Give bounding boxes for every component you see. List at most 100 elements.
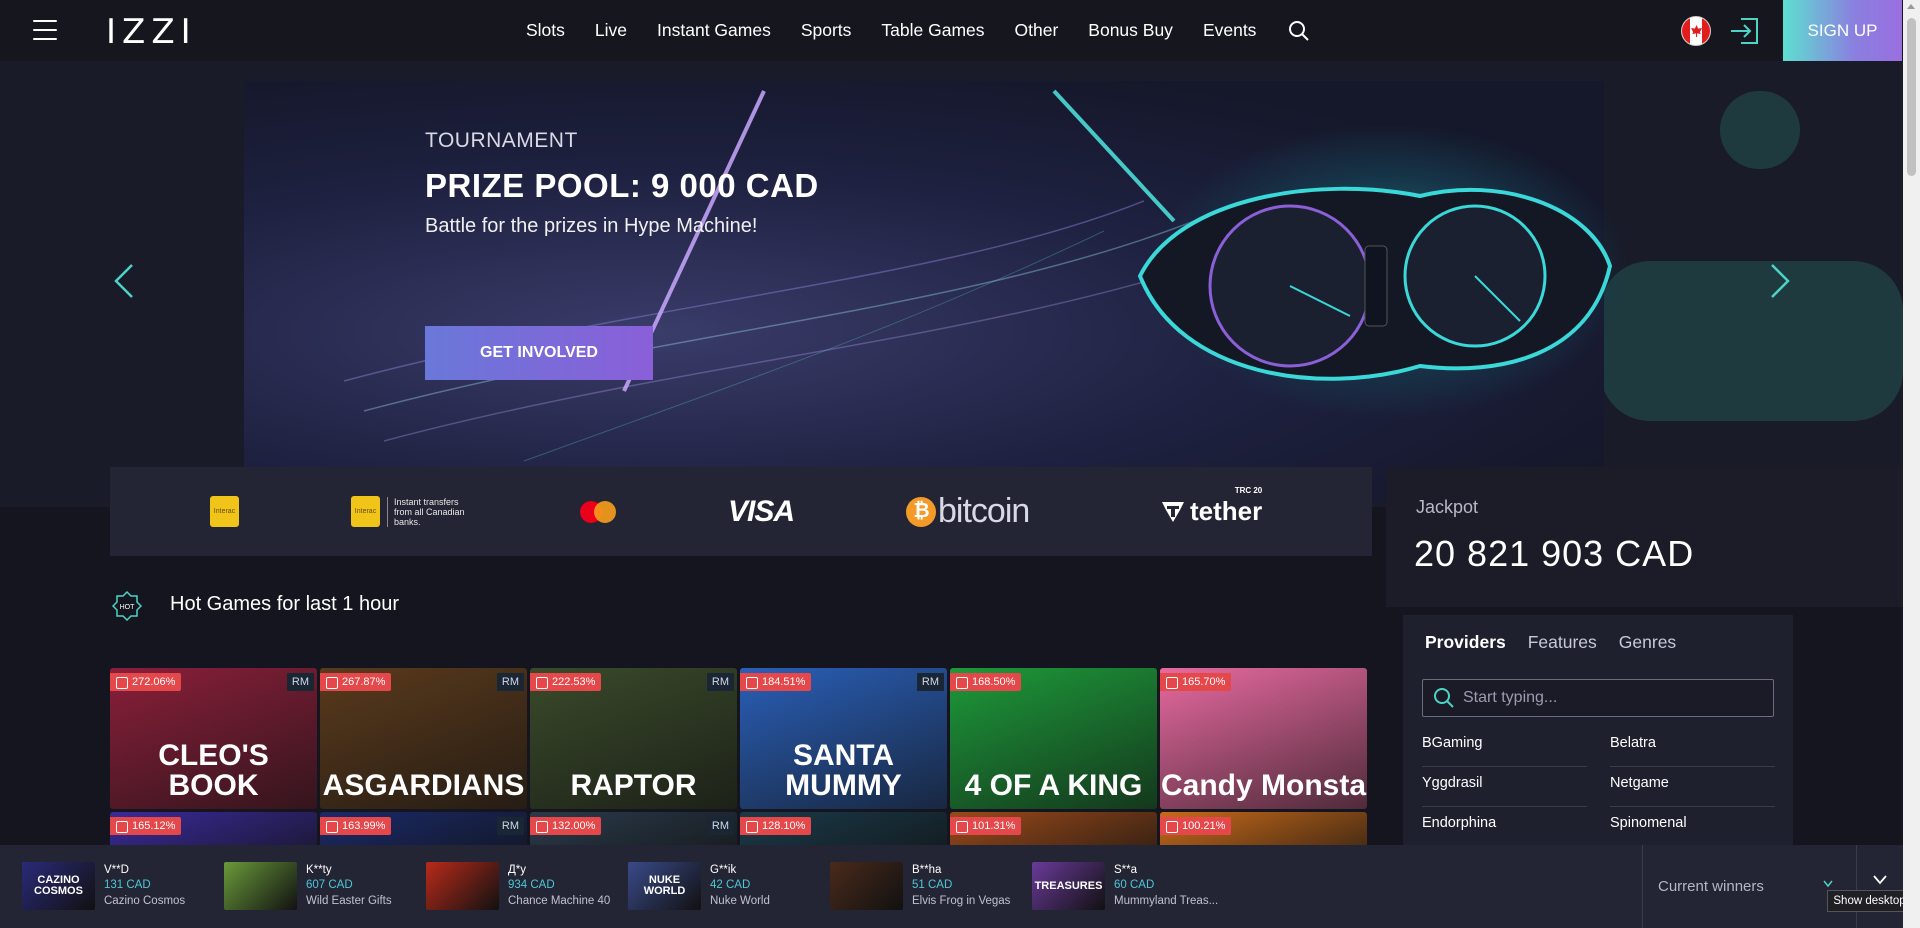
- provider-item[interactable]: Netgame: [1610, 767, 1775, 807]
- page-scrollbar[interactable]: [1903, 0, 1920, 928]
- winner-name: B**ha: [912, 863, 942, 876]
- chevron-down-icon[interactable]: [1823, 880, 1833, 888]
- winner-name: S**a: [1114, 863, 1138, 876]
- nav-slots[interactable]: Slots: [526, 20, 565, 41]
- hero-description: Battle for the prizes in Hype Machine!: [425, 215, 758, 237]
- filter-tabs: Providers Features Genres: [1403, 615, 1793, 670]
- nav-instant-games[interactable]: Instant Games: [657, 20, 771, 41]
- game-tile[interactable]: 267.87% RM ASGARDIANS: [320, 668, 527, 809]
- search-icon: [1434, 688, 1454, 708]
- interac-icon: Interac: [351, 496, 380, 527]
- bitcoin-icon: ₿: [906, 496, 936, 527]
- interac-note: Instant transfers from all Canadian bank…: [387, 496, 467, 527]
- nav-live[interactable]: Live: [595, 20, 627, 41]
- nav-table-games[interactable]: Table Games: [881, 20, 984, 41]
- game-title: CLEO'S BOOK: [158, 739, 269, 802]
- carousel-prev-icon[interactable]: [112, 261, 136, 301]
- hot-games-title: Hot Games for last 1 hour: [170, 593, 399, 615]
- game-title: Candy Monsta: [1160, 769, 1367, 802]
- interac-e-transfer-logo: Interac Instant transfers from all Canad…: [351, 467, 467, 556]
- provider-item[interactable]: Endorphina: [1422, 807, 1587, 847]
- speedometer-image: [1137, 186, 1613, 381]
- rm-badge: RM: [286, 673, 314, 691]
- winner-game-thumbnail: [224, 862, 297, 910]
- win-percent-badge: 132.00%: [530, 817, 602, 835]
- casino-page: IZZI Slots Live Instant Games Sports Tab…: [0, 0, 1920, 928]
- hero-banner: TOURNAMENT PRIZE POOL: 9 000 CAD Battle …: [0, 61, 1903, 507]
- game-title: 4 OF A KING: [964, 769, 1143, 802]
- winner-info: B**ha 51 CAD Elvis Frog in Vegas: [912, 863, 1010, 910]
- provider-item[interactable]: Belatra: [1610, 727, 1775, 767]
- get-involved-button[interactable]: GET INVOLVED: [425, 326, 653, 380]
- game-title: RAPTOR: [570, 769, 697, 802]
- win-percent-badge: 272.06%: [110, 673, 182, 691]
- winner-amount: 131 CAD: [104, 879, 151, 892]
- win-percent-badge: 165.70%: [1160, 673, 1232, 691]
- hot-badge-label: HOT: [120, 604, 136, 611]
- nav-events[interactable]: Events: [1203, 20, 1257, 41]
- winner-game: Mummyland Treas...: [1114, 894, 1219, 907]
- winner-game-thumbnail: CAZINO COSMOS: [22, 862, 95, 910]
- nav-sports[interactable]: Sports: [801, 20, 852, 41]
- top-header: IZZI Slots Live Instant Games Sports Tab…: [0, 0, 1903, 61]
- carousel-next-icon[interactable]: [1768, 261, 1792, 301]
- scroll-up-icon[interactable]: [1907, 4, 1915, 9]
- winner-item[interactable]: TREASURES S**a 60 CAD Mummyland Treas...: [1032, 860, 1218, 912]
- win-percent-badge: 168.50%: [950, 673, 1022, 691]
- winner-item[interactable]: CAZINO COSMOS V**D 131 CAD Cazino Cosmos: [22, 860, 185, 912]
- interac-logo: Interac: [210, 467, 239, 556]
- winner-info: Д*у 934 CAD Chance Machine 40: [508, 863, 610, 910]
- winners-bar: CAZINO COSMOS V**D 131 CAD Cazino Cosmos K**…: [0, 845, 1903, 928]
- current-winners-label: Current winners: [1658, 878, 1764, 895]
- rm-badge: RM: [916, 673, 944, 691]
- canada-flag-icon[interactable]: [1681, 16, 1711, 46]
- winner-game: Elvis Frog in Vegas: [912, 894, 1011, 907]
- tab-features[interactable]: Features: [1528, 632, 1597, 653]
- game-tile[interactable]: 165.70% Candy Monsta: [1160, 668, 1367, 809]
- rm-badge: RM: [706, 817, 734, 835]
- winner-name: K**ty: [306, 863, 332, 876]
- hero-subtitle: TOURNAMENT: [425, 129, 578, 152]
- winner-name: Д*у: [508, 863, 527, 876]
- winner-name: G**ik: [710, 863, 737, 876]
- nav-other[interactable]: Other: [1015, 20, 1059, 41]
- site-logo[interactable]: IZZI: [106, 12, 197, 52]
- rm-badge: RM: [496, 673, 524, 691]
- game-tile[interactable]: 272.06% RM CLEO'S BOOK: [110, 668, 317, 809]
- winner-game: Chance Machine 40: [508, 894, 611, 907]
- winner-game: Wild Easter Gifts: [306, 894, 392, 907]
- provider-search-input[interactable]: [1463, 689, 1753, 707]
- nav-bonus-buy[interactable]: Bonus Buy: [1088, 20, 1173, 41]
- main-nav: Slots Live Instant Games Sports Table Ga…: [526, 0, 1310, 61]
- tether-logo: tether TRC 20: [1160, 467, 1262, 556]
- mastercard-icon: [580, 500, 616, 523]
- game-tile[interactable]: 184.51% RM SANTA MUMMY: [740, 668, 947, 809]
- game-tile[interactable]: 168.50% 4 OF A KING: [950, 668, 1157, 809]
- jackpot-panel: Jackpot 20 821 903 CAD: [1386, 467, 1903, 607]
- win-percent-badge: 222.53%: [530, 673, 602, 691]
- win-percent-badge: 100.21%: [1160, 817, 1232, 835]
- provider-item[interactable]: BGaming: [1422, 727, 1587, 767]
- game-title: ASGARDIANS: [322, 769, 525, 802]
- hot-badge-icon: HOT: [112, 591, 142, 621]
- sign-up-button[interactable]: SIGN UP: [1783, 0, 1902, 61]
- scrollbar-thumb[interactable]: [1907, 18, 1916, 176]
- mastercard-logo: [580, 467, 616, 556]
- login-icon[interactable]: [1727, 13, 1763, 49]
- tab-providers[interactable]: Providers: [1425, 632, 1506, 653]
- chevron-down-icon: [1873, 875, 1887, 885]
- tab-genres[interactable]: Genres: [1619, 632, 1676, 653]
- game-tile[interactable]: 222.53% RM RAPTOR: [530, 668, 737, 809]
- hamburger-menu-icon[interactable]: [33, 20, 57, 40]
- winner-info: G**ik 42 CAD Nuke World: [710, 863, 770, 910]
- provider-item[interactable]: Yggdrasil: [1422, 767, 1587, 807]
- win-percent-badge: 165.12%: [110, 817, 182, 835]
- winner-item[interactable]: Д*у 934 CAD Chance Machine 40: [426, 860, 610, 912]
- winner-item[interactable]: B**ha 51 CAD Elvis Frog in Vegas: [830, 860, 1010, 912]
- collapse-winners-button[interactable]: [1856, 845, 1903, 928]
- winner-item[interactable]: K**ty 607 CAD Wild Easter Gifts: [224, 860, 392, 912]
- provider-item[interactable]: Spinomenal: [1610, 807, 1775, 847]
- winner-item[interactable]: NUKE WORLD G**ik 42 CAD Nuke World: [628, 860, 770, 912]
- winner-info: V**D 131 CAD Cazino Cosmos: [104, 863, 185, 910]
- search-icon[interactable]: [1288, 20, 1310, 42]
